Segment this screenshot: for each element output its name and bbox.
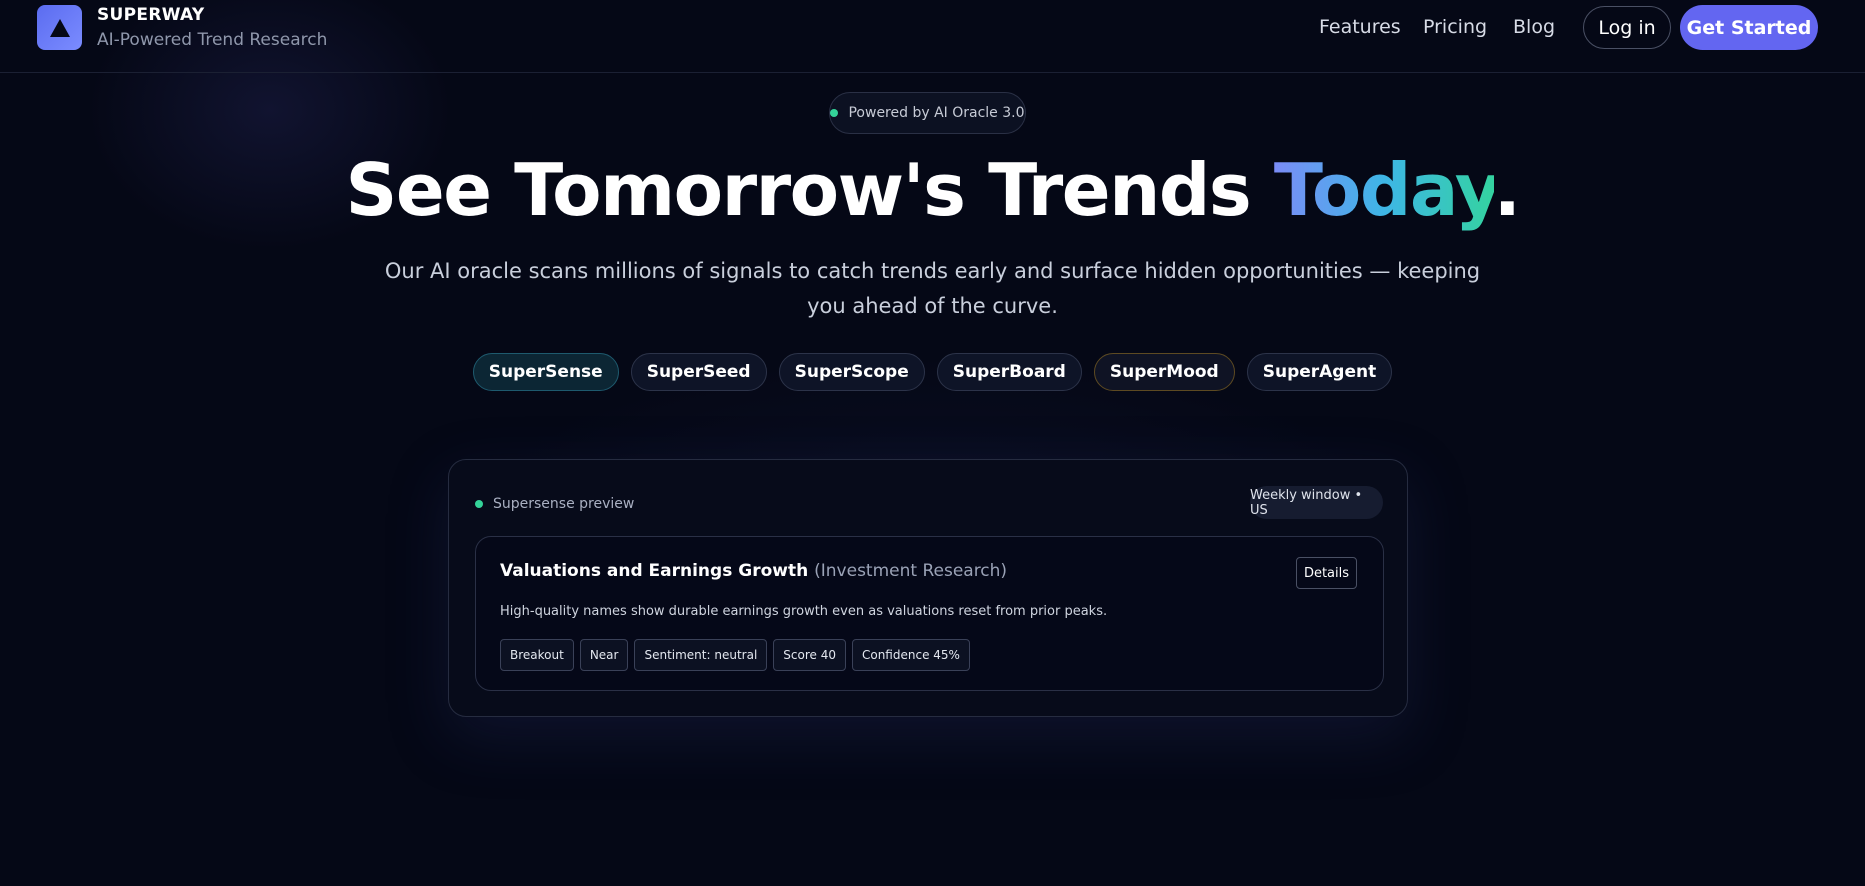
top-nav-bar: SUPERWAY AI-Powered Trend Research Featu… (0, 0, 1865, 73)
hero-title-end: . (1493, 148, 1521, 232)
chip-supersense[interactable]: SuperSense (472, 353, 619, 391)
trend-card: Valuations and Earnings Growth (Investme… (475, 536, 1384, 691)
chip-superboard[interactable]: SuperBoard (936, 353, 1082, 391)
tag-confidence: Confidence 45% (851, 639, 970, 671)
preview-label: Supersense preview (475, 496, 634, 512)
brand-name: SUPERWAY (97, 5, 205, 25)
powered-by-badge: Powered by AI Oracle 3.0 (829, 92, 1026, 134)
trend-tag-row: Breakout Near Sentiment: neutral Score 4… (500, 639, 970, 671)
tag-horizon: Near (579, 639, 629, 671)
product-chip-row: SuperSense SuperSeed SuperScope SuperBoa… (0, 353, 1865, 391)
triangle-icon (49, 18, 70, 37)
live-dot-icon (475, 500, 483, 508)
supersense-preview-card: Supersense preview Weekly window • US Va… (448, 459, 1408, 717)
chip-superscope[interactable]: SuperScope (778, 353, 925, 391)
preview-label-text: Supersense preview (493, 496, 635, 512)
status-dot-icon (830, 109, 839, 117)
powered-by-text: Powered by AI Oracle 3.0 (848, 105, 1025, 121)
trend-category: (Investment Research) (814, 561, 1008, 581)
logo[interactable] (37, 5, 82, 50)
tag-sentiment: Sentiment: neutral (634, 639, 768, 671)
hero-title: See Tomorrow's Trends Today. (0, 148, 1865, 232)
chip-superagent[interactable]: SuperAgent (1246, 353, 1393, 391)
tag-breakout: Breakout (500, 639, 574, 671)
brand-tagline: AI-Powered Trend Research (97, 30, 328, 50)
hero-subtitle: Our AI oracle scans millions of signals … (384, 259, 1481, 318)
chip-supermood[interactable]: SuperMood (1093, 353, 1235, 391)
hero-title-main: See Tomorrow's Trends (345, 148, 1274, 232)
hero-title-accent: Today (1273, 148, 1495, 232)
weekly-window-badge: Weekly window • US (1250, 486, 1383, 519)
details-button[interactable]: Details (1296, 557, 1357, 589)
login-button[interactable]: Log in (1583, 6, 1671, 49)
nav-features-link[interactable]: Features (1319, 16, 1401, 38)
chip-superseed[interactable]: SuperSeed (630, 353, 767, 391)
trend-title-text: Valuations and Earnings Growth (500, 561, 809, 581)
tag-score: Score 40 (773, 639, 846, 671)
nav-pricing-link[interactable]: Pricing (1423, 16, 1487, 38)
get-started-button[interactable]: Get Started (1680, 5, 1818, 50)
trend-description: High-quality names show durable earnings… (500, 604, 1108, 619)
nav-blog-link[interactable]: Blog (1513, 16, 1555, 38)
trend-title: Valuations and Earnings Growth (Investme… (500, 561, 1007, 581)
